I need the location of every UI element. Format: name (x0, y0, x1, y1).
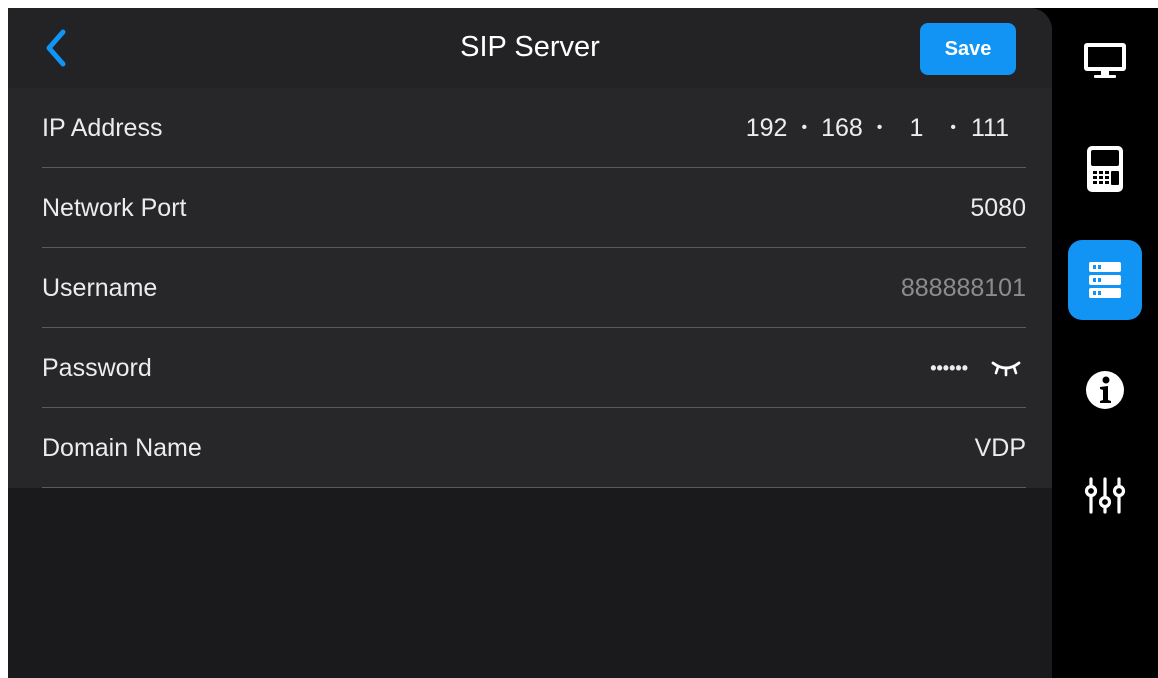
monitor-icon (1084, 43, 1126, 78)
password-input-group: •••••• (930, 328, 1026, 408)
ip-separator: • (876, 119, 883, 136)
door-station-icon (1087, 146, 1123, 192)
header-bar: SIP Server Save (8, 8, 1052, 88)
server-icon (1089, 262, 1121, 298)
network-port-label: Network Port (42, 194, 187, 222)
chevron-left-icon (46, 29, 66, 67)
domain-name-field[interactable]: VDP (975, 408, 1026, 488)
sidebar-nav (1052, 8, 1158, 678)
sidebar-item-monitor[interactable] (1068, 20, 1142, 100)
settings-list: IP Address 192 • 168 • 1 • 111 Network P… (8, 88, 1052, 488)
network-port-row: Network Port 5080 (42, 168, 1026, 248)
back-button[interactable] (34, 22, 78, 74)
ip-octet-4[interactable]: 111 (970, 114, 1010, 143)
password-field[interactable]: •••••• (930, 358, 968, 379)
page-title: SIP Server (460, 31, 600, 63)
info-icon (1086, 371, 1124, 409)
sidebar-item-sip-server[interactable] (1068, 240, 1142, 320)
password-row: Password •••••• (42, 328, 1026, 408)
ip-address-row: IP Address 192 • 168 • 1 • 111 (42, 88, 1026, 168)
ip-address-input: 192 • 168 • 1 • 111 (746, 88, 1010, 168)
sidebar-item-settings[interactable] (1068, 456, 1142, 536)
save-button[interactable]: Save (920, 23, 1016, 75)
ip-octet-3[interactable]: 1 (896, 114, 936, 143)
ip-separator: • (950, 119, 956, 136)
app-window: SIP Server Save IP Address 192 • 168 • 1… (8, 8, 1158, 678)
domain-name-row: Domain Name VDP (42, 408, 1026, 488)
sidebar-item-door-station[interactable] (1068, 129, 1142, 209)
username-row: Username 888888101 (42, 248, 1026, 328)
sliders-icon (1084, 477, 1126, 514)
settings-panel: SIP Server Save IP Address 192 • 168 • 1… (8, 8, 1052, 678)
password-label: Password (42, 354, 152, 382)
network-port-field[interactable]: 5080 (970, 168, 1026, 248)
eye-closed-icon (991, 361, 1021, 377)
ip-octet-2[interactable]: 168 (821, 114, 863, 143)
show-password-button[interactable] (986, 348, 1026, 388)
username-label: Username (42, 274, 158, 302)
domain-name-label: Domain Name (42, 434, 202, 462)
ip-separator: • (801, 119, 808, 136)
username-field[interactable]: 888888101 (901, 248, 1026, 328)
sidebar-item-info[interactable] (1068, 350, 1142, 430)
ip-address-label: IP Address (42, 114, 163, 142)
ip-octet-1[interactable]: 192 (746, 114, 788, 143)
